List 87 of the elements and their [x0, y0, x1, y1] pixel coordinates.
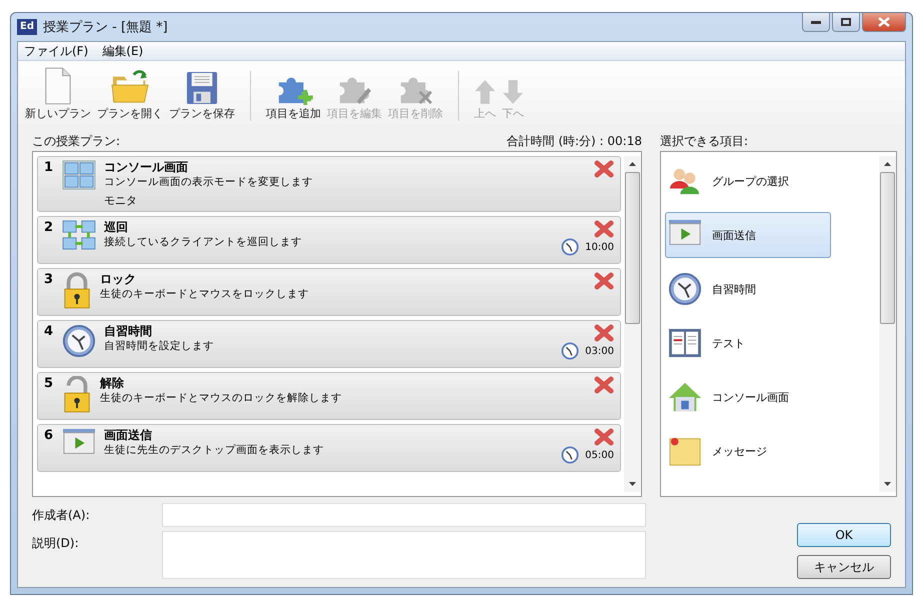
up-arrow-icon — [474, 79, 496, 105]
scroll-up-arrow[interactable] — [629, 162, 636, 166]
duration-text: 05:00 — [585, 450, 614, 460]
item-number: 3 — [44, 272, 54, 289]
timer-icon — [561, 446, 580, 464]
item-title: ロック — [100, 272, 137, 287]
delete-icon[interactable] — [594, 428, 614, 446]
available-item[interactable]: コンソール画面 — [665, 374, 831, 420]
timer-icon — [561, 342, 580, 360]
people-icon — [668, 166, 702, 196]
close-icon — [878, 17, 890, 27]
open-padlock-icon — [62, 376, 92, 414]
delete-icon[interactable] — [594, 272, 614, 290]
page-icon — [43, 67, 73, 105]
plan-item-card[interactable]: 6 画面送信 生徒に先生のデスクトップ画面を表示します 05:00 — [37, 424, 621, 472]
field-label: 作成者(A): — [32, 507, 91, 524]
scrollbar[interactable] — [879, 156, 896, 492]
plan-item-card[interactable]: 4 自習時間 自習時間を設定します 03:00 — [37, 320, 621, 368]
scrollbar[interactable] — [624, 156, 641, 492]
field-label: 説明(D): — [32, 535, 80, 552]
available-item[interactable]: グループの選択 — [665, 158, 831, 204]
screens-grid-icon — [62, 160, 96, 190]
toolbar-button[interactable]: プランを保存 — [166, 71, 238, 121]
item-title: 自習時間 — [104, 324, 153, 339]
minimize-icon — [811, 20, 821, 24]
screens-cycle-icon — [62, 220, 96, 250]
item-title: 画面送信 — [104, 428, 153, 443]
section-label: この授業プラン: — [32, 132, 120, 150]
item-number: 1 — [44, 160, 54, 177]
item-description: 生徒のキーボードとマウスをロックします — [100, 287, 310, 301]
sticky-note-icon — [668, 435, 702, 467]
clock-icon — [62, 324, 96, 358]
house-icon — [668, 381, 702, 413]
padlock-icon — [62, 272, 92, 310]
duration-text: 10:00 — [585, 242, 614, 252]
delete-icon[interactable] — [594, 376, 614, 394]
toolbar-button[interactable]: プランを開く — [94, 69, 166, 121]
scroll-up-arrow[interactable] — [884, 162, 891, 166]
item-number: 5 — [44, 376, 54, 393]
toolbar-button[interactable]: 新しいプラン — [22, 67, 94, 121]
timer-icon — [561, 238, 580, 256]
menu-item[interactable]: ファイル(F) — [24, 42, 88, 60]
available-item[interactable]: メッセージ — [665, 428, 831, 474]
app-icon: Ed — [17, 19, 37, 35]
input-field[interactable] — [162, 503, 646, 527]
close-button[interactable] — [862, 13, 906, 32]
available-item[interactable]: 画面送信 — [665, 212, 831, 258]
plan-item-card[interactable]: 2 巡回 接続しているクライアントを巡回します 10:00 — [37, 216, 621, 264]
maximize-button[interactable] — [832, 13, 860, 32]
folder-icon — [111, 69, 149, 105]
item-description: 生徒に先生のデスクトップ画面を表示します — [104, 443, 325, 457]
scroll-thumb[interactable] — [625, 172, 640, 324]
item-title: 解除 — [100, 376, 125, 391]
toolbar-button[interactable]: 項目を追加 — [263, 71, 324, 121]
menu-item[interactable]: 編集(E) — [102, 42, 144, 60]
scroll-down-arrow[interactable] — [629, 482, 636, 486]
available-item[interactable]: テスト — [665, 320, 831, 366]
plan-item-card[interactable]: 1 コンソール画面 コンソール画面の表示モードを変更します モニタ — [37, 156, 621, 212]
scroll-thumb[interactable] — [880, 172, 895, 324]
available-item[interactable]: 自習時間 — [665, 266, 831, 312]
item-number: 2 — [44, 220, 54, 237]
test-sheet-icon — [668, 328, 702, 358]
minimize-button[interactable] — [802, 13, 830, 32]
item-detail: モニタ — [104, 193, 138, 208]
ok-button[interactable]: OK — [797, 523, 891, 547]
scroll-down-arrow[interactable] — [884, 482, 891, 486]
total-time-label: 合計時間 (時:分) : 00:18 — [506, 132, 642, 150]
cancel-button[interactable]: キャンセル — [797, 555, 891, 579]
duration-text: 03:00 — [585, 346, 614, 356]
maximize-icon — [841, 18, 851, 26]
item-title: コンソール画面 — [104, 160, 189, 175]
item-description: 接続しているクライアントを巡回します — [104, 235, 303, 249]
item-description: コンソール画面の表示モードを変更します — [104, 175, 314, 189]
clock-icon — [668, 272, 702, 306]
section-label: 選択できる項目: — [660, 132, 750, 150]
delete-icon[interactable] — [594, 324, 614, 342]
item-description: 生徒のキーボードとマウスのロックを解除します — [100, 391, 343, 405]
plan-item-card[interactable]: 3 ロック 生徒のキーボードとマウスをロックします — [37, 268, 621, 316]
item-number: 6 — [44, 428, 54, 445]
plan-item-card[interactable]: 5 解除 生徒のキーボードとマウスのロックを解除します — [37, 372, 621, 420]
item-number: 4 — [44, 324, 54, 341]
delete-icon[interactable] — [594, 220, 614, 238]
down-arrow-icon — [502, 79, 524, 105]
delete-icon[interactable] — [594, 160, 614, 178]
window-title: 授業プラン - [無題 *] — [43, 19, 169, 36]
item-description: 自習時間を設定します — [104, 339, 215, 353]
item-title: 巡回 — [104, 220, 129, 235]
